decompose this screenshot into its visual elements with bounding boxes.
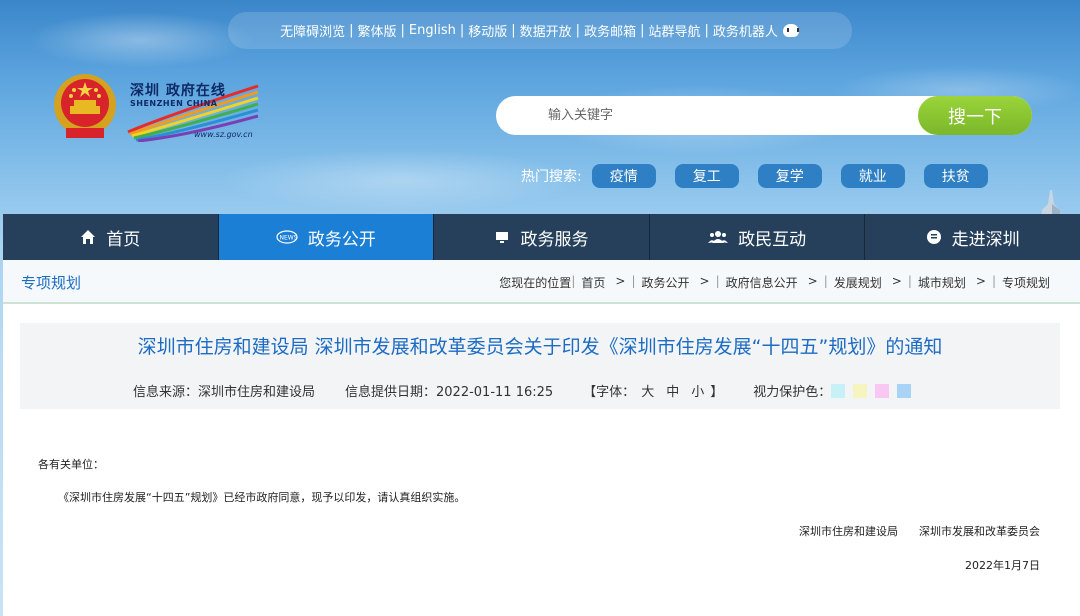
article-date: 信息提供日期：2022-01-11 16:25 [345,385,554,400]
main-nav: 首页 NEWS 政务公开 政务服务 政民互动 走进深圳 [3,214,1080,260]
hot-tag-resume-school[interactable]: 复学 [757,163,822,188]
link-accessibility[interactable]: 无障碍浏览 [280,21,345,40]
breadcrumb-item[interactable]: 政务公开 [641,274,689,291]
nav-label: 政务公开 [307,229,376,250]
robot-icon[interactable] [782,23,800,39]
eye-color-yellow-button[interactable] [853,383,868,398]
hot-search: 热门搜索: 疫情 复工 复学 就业 扶贫 [521,163,1007,188]
link-mobile[interactable]: 移动版 [468,21,507,40]
article-source: 信息来源：深圳市住房和建设局 [133,385,316,400]
hot-search-label: 热门搜索: [521,168,582,185]
logo-url-text: www.sz.gov.cn [194,130,253,139]
info-icon [926,230,941,244]
link-gov-robot[interactable]: 政务机器人 [713,21,778,40]
font-large-button[interactable]: 大 [641,381,654,400]
article-greeting: 各有关单位： [38,458,104,471]
hot-tag-epidemic[interactable]: 疫情 [591,163,656,188]
font-small-button[interactable]: 小 [691,381,704,400]
article-title: 深圳市住房和建设局 深圳市发展和改革委员会关于印发《深圳市住房发展“十四五”规划… [137,336,943,358]
font-label: 【字体： [583,385,636,400]
hot-tag-resume-work[interactable]: 复工 [674,163,739,188]
font-label-end: 】 [710,385,724,400]
people-icon [708,231,729,243]
utility-bar: 无障碍浏览 | 繁体版 | English | 移动版 | 数据开放 | 政务邮箱 | 站群… [228,12,852,49]
national-emblem-icon [54,74,116,138]
breadcrumb-item[interactable]: 首页 [581,274,605,291]
svg-text:NEWS: NEWS [279,235,297,242]
logo-en-text: SHENZHEN CHINA [130,99,218,108]
home-icon [81,230,96,244]
link-english[interactable]: English [409,23,456,38]
logo-cn-text: 深圳 政府在线 [130,83,226,99]
nav-gov-services[interactable]: 政务服务 [434,214,650,260]
link-open-data[interactable]: 数据开放 [520,21,572,40]
breadcrumb-bar: 专项规划 您现在的位置 | 首页 > | 政务公开 > | 政府信息公开 > | 发展规划 > |… [3,260,1080,304]
breadcrumb-lead: 您现在的位置 [499,276,572,290]
section-title: 专项规划 [21,274,82,292]
link-site-nav[interactable]: 站群导航 [648,21,700,40]
font-medium-button[interactable]: 中 [666,381,679,400]
article-header: 深圳市住房和建设局 深圳市发展和改革委员会关于印发《深圳市住房发展“十四五”规划… [20,323,1060,409]
news-icon: NEWS [276,230,298,244]
hot-tag-employment[interactable]: 就业 [840,163,905,188]
search-button[interactable]: 搜一下 [918,96,1032,135]
eye-care-label: 视力保护色： [753,385,832,400]
monitor-icon [496,232,509,243]
nav-about-shenzhen[interactable]: 走进深圳 [865,214,1080,260]
nav-home[interactable]: 首页 [3,214,219,260]
nav-interaction[interactable]: 政民互动 [649,214,866,260]
eye-color-blue-button[interactable] [897,383,912,398]
article-signers: 深圳市住房和建设局 深圳市发展和改革委员会 [799,525,1040,538]
article-meta: 信息来源：深圳市住房和建设局 信息提供日期：2022-01-11 16:25 【… [133,381,919,400]
search-box: 搜一下 [496,96,1032,135]
article-content: 《深圳市住房发展“十四五”规划》已经市政府同意，现予以印发，请认真组织实施。 [58,491,466,504]
breadcrumb: 您现在的位置 | 首页 > | 政务公开 > | 政府信息公开 > | 发展规划 > | 城市规划… [499,274,1050,291]
content-panel: 专项规划 您现在的位置 | 首页 > | 政务公开 > | 政府信息公开 > | 发展规划 > |… [3,260,1080,616]
breadcrumb-item[interactable]: 发展规划 [834,274,882,291]
eye-color-pink-button[interactable] [875,383,890,398]
search-input[interactable] [516,96,896,135]
nav-label: 走进深圳 [951,229,1020,250]
nav-gov-affairs[interactable]: NEWS 政务公开 [218,214,435,260]
nav-label: 政民互动 [738,229,807,250]
breadcrumb-item[interactable]: 政府信息公开 [726,274,798,291]
link-traditional[interactable]: 繁体版 [358,21,397,40]
link-gov-mail[interactable]: 政务邮箱 [584,21,636,40]
eye-color-cyan-button[interactable] [831,383,846,398]
nav-label: 政务服务 [520,229,589,250]
article-sign-date: 2022年1月7日 [965,559,1040,572]
hot-tag-poverty[interactable]: 扶贫 [923,163,988,188]
nav-label: 首页 [106,229,141,250]
breadcrumb-item[interactable]: 专项规划 [1002,274,1050,291]
breadcrumb-item[interactable]: 城市规划 [918,274,966,291]
